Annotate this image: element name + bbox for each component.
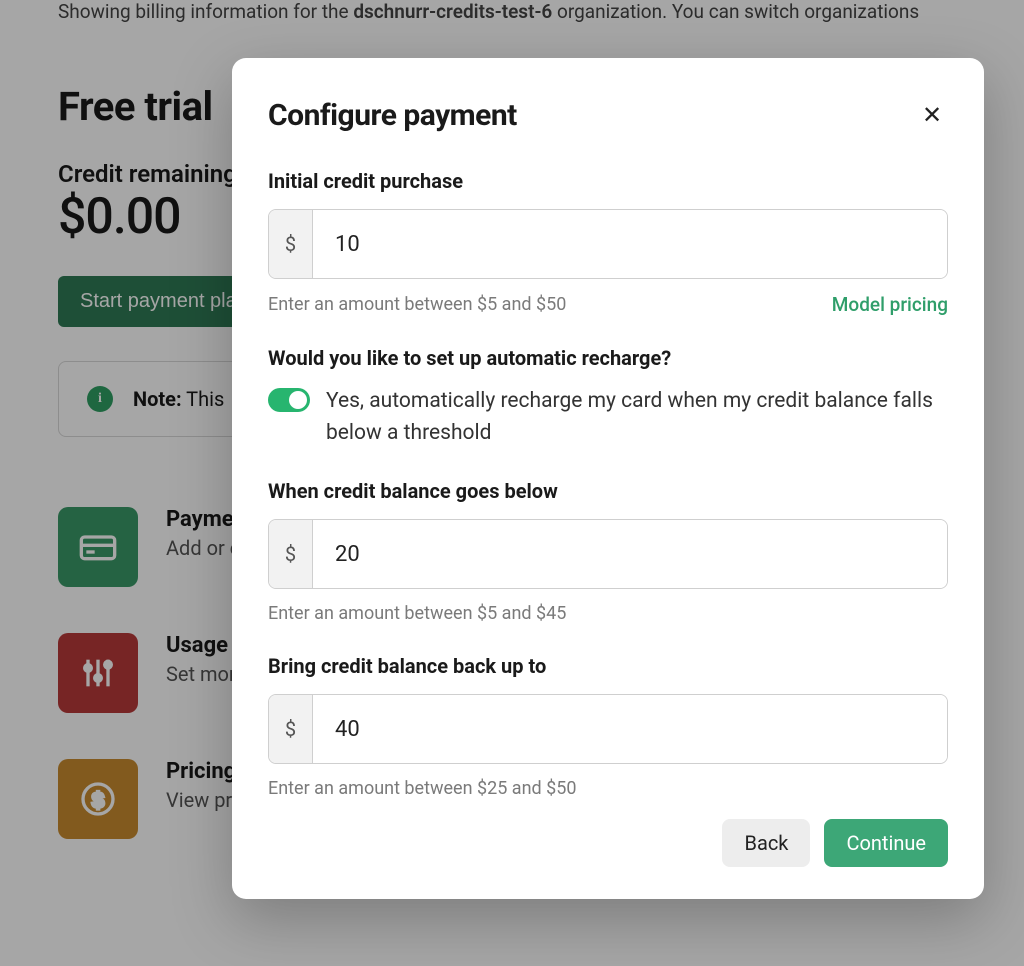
auto-recharge-toggle-label: Yes, automatically recharge my card when…: [326, 386, 948, 449]
back-button[interactable]: Back: [722, 819, 810, 867]
close-icon: ✕: [922, 104, 942, 128]
threshold-below-field: When credit balance goes below $ Enter a…: [268, 479, 948, 624]
threshold-below-input[interactable]: [313, 520, 947, 588]
threshold-below-hint: Enter an amount between $5 and $45: [268, 603, 566, 624]
threshold-upto-input[interactable]: [313, 695, 947, 763]
currency-prefix: $: [269, 695, 313, 763]
threshold-upto-label: Bring credit balance back up to: [268, 654, 948, 678]
threshold-upto-input-wrap: $: [268, 694, 948, 764]
auto-recharge-question: Would you like to set up automatic recha…: [268, 346, 948, 370]
configure-payment-modal: Configure payment ✕ Initial credit purch…: [232, 58, 984, 899]
auto-recharge-toggle[interactable]: [268, 388, 310, 412]
initial-credit-input-wrap: $: [268, 209, 948, 279]
currency-prefix: $: [269, 210, 313, 278]
continue-button[interactable]: Continue: [824, 819, 948, 867]
modal-title: Configure payment: [268, 98, 517, 133]
threshold-upto-field: Bring credit balance back up to $ Enter …: [268, 654, 948, 799]
initial-credit-label: Initial credit purchase: [268, 169, 948, 193]
initial-credit-field: Initial credit purchase $ Enter an amoun…: [268, 169, 948, 316]
initial-credit-input[interactable]: [313, 210, 947, 278]
close-button[interactable]: ✕: [916, 100, 948, 132]
auto-recharge-field: Would you like to set up automatic recha…: [268, 346, 948, 449]
threshold-below-label: When credit balance goes below: [268, 479, 948, 503]
initial-credit-hint: Enter an amount between $5 and $50: [268, 294, 566, 315]
threshold-below-input-wrap: $: [268, 519, 948, 589]
model-pricing-link[interactable]: Model pricing: [832, 293, 948, 316]
currency-prefix: $: [269, 520, 313, 588]
threshold-upto-hint: Enter an amount between $25 and $50: [268, 778, 577, 799]
